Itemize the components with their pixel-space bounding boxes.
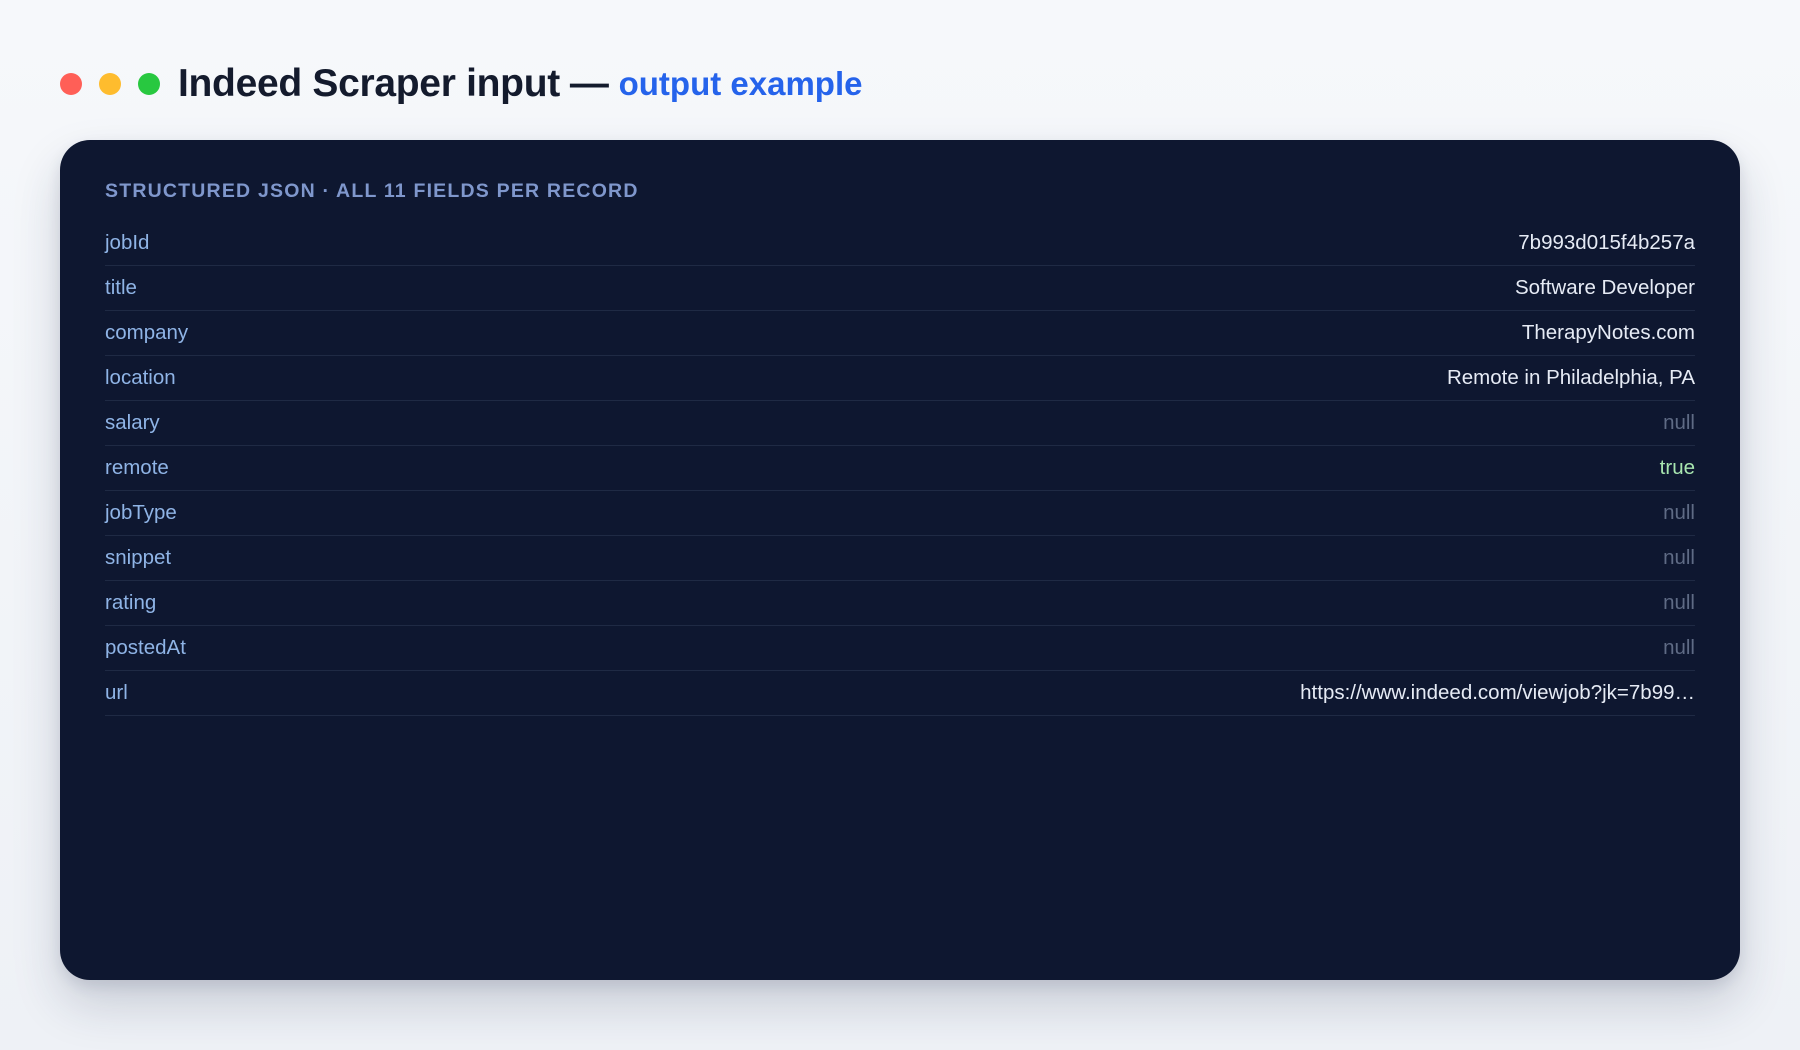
field-value: null (1663, 501, 1695, 524)
field-value: null (1663, 591, 1695, 614)
field-key: postedAt (105, 636, 186, 659)
json-output-panel: STRUCTURED JSON · ALL 11 FIELDS PER RECO… (60, 140, 1740, 980)
field-row-jobid: jobId 7b993d015f4b257a (105, 221, 1695, 266)
field-list: jobId 7b993d015f4b257a title Software Devel… (105, 221, 1695, 716)
field-row-location: location Remote in Philadelphia, PA (105, 356, 1695, 401)
field-value: null (1663, 411, 1695, 434)
field-value: https://www.indeed.com/viewjob?jk=7b99… (1300, 681, 1695, 704)
field-row-snippet: snippet null (105, 536, 1695, 581)
field-key: jobType (105, 501, 177, 524)
minimize-dot-icon[interactable] (99, 73, 121, 95)
field-key: salary (105, 411, 160, 434)
field-value: Software Developer (1514, 276, 1695, 299)
field-key: location (105, 366, 176, 389)
field-key: snippet (105, 546, 172, 569)
field-row-company: company TherapyNotes.com (105, 311, 1695, 356)
field-value: null (1663, 636, 1695, 659)
panel-heading: STRUCTURED JSON · ALL 11 FIELDS PER RECO… (105, 180, 639, 202)
field-key: company (105, 321, 189, 344)
field-key: title (105, 276, 137, 299)
field-row-jobtype: jobType null (105, 491, 1695, 536)
page-header: Indeed Scraper input — output example (60, 60, 862, 108)
field-key: remote (105, 456, 169, 479)
field-row-url: url https://www.indeed.com/viewjob?jk=7b9… (105, 671, 1695, 716)
field-value: null (1663, 546, 1695, 569)
field-row-rating: rating null (105, 581, 1695, 626)
field-value: TherapyNotes.com (1521, 321, 1695, 344)
field-row-title: title Software Developer (105, 266, 1695, 311)
field-row-postedat: postedAt null (105, 626, 1695, 671)
field-value: 7b993d015f4b257a (1518, 231, 1695, 254)
field-row-salary: salary null (105, 401, 1695, 446)
page-title: Indeed Scraper input — (178, 62, 619, 106)
field-value: true (1659, 456, 1695, 479)
zoom-dot-icon[interactable] (138, 73, 160, 95)
window-controls (60, 73, 160, 95)
field-row-remote: remote true (105, 446, 1695, 491)
page-subtitle: output example (618, 65, 863, 102)
title-dash: — (569, 62, 609, 105)
field-key: jobId (105, 231, 150, 254)
field-key: rating (105, 591, 157, 614)
close-dot-icon[interactable] (60, 73, 82, 95)
field-key: url (105, 681, 128, 704)
field-value: Remote in Philadelphia, PA (1446, 366, 1695, 389)
page-title-text: Indeed Scraper input (178, 62, 560, 105)
